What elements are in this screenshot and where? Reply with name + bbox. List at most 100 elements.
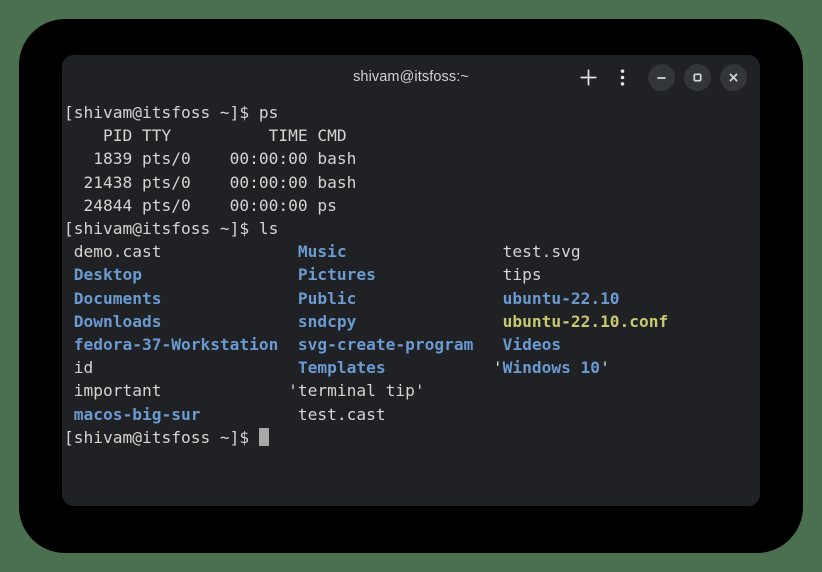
ls-entry: Videos	[503, 335, 561, 354]
ls-gap	[142, 265, 288, 284]
terminal-prompt-line: [shivam@itsfoss ~]$	[64, 426, 760, 449]
shell-prompt: [shivam@itsfoss ~]$	[64, 103, 259, 122]
ls-entry: Desktop	[74, 265, 142, 284]
shell-command: ps	[259, 103, 279, 122]
ls-gap	[64, 289, 74, 308]
ls-gap	[200, 405, 288, 424]
minimize-icon	[655, 71, 668, 84]
ls-entry: terminal tip	[298, 381, 415, 400]
ls-gap	[493, 242, 503, 261]
close-button[interactable]	[720, 64, 747, 91]
ls-gap	[288, 335, 298, 354]
ls-gap	[64, 405, 74, 424]
maximize-button[interactable]	[684, 64, 711, 91]
ls-entry: svg-create-program	[298, 335, 473, 354]
menu-button[interactable]	[605, 60, 639, 94]
ls-gap	[93, 358, 288, 377]
kebab-menu-icon	[620, 68, 625, 87]
ps-row: 24844 pts/0 00:00:00 ps	[64, 194, 760, 217]
titlebar-actions	[571, 55, 747, 99]
ls-entry: ubuntu-22.10	[503, 289, 620, 308]
ps-header-row: PID TTY TIME CMD	[64, 124, 760, 147]
terminal-output: [shivam@itsfoss ~]$ ps PID TTY TIME CMD …	[62, 101, 760, 449]
terminal-command-line: [shivam@itsfoss ~]$ ls	[64, 217, 760, 240]
ls-entry: test.cast	[298, 405, 386, 424]
terminal-titlebar[interactable]: shivam@itsfoss:~	[62, 55, 760, 99]
ls-gap	[64, 265, 74, 284]
ls-row: id Templates 'Windows 10'	[64, 356, 760, 379]
ls-gap	[425, 381, 493, 400]
ps-header: PID TTY TIME CMD	[64, 126, 347, 145]
minimize-button[interactable]	[648, 64, 675, 91]
ls-gap	[64, 335, 74, 354]
ls-gap	[288, 242, 298, 261]
ls-quote: '	[415, 381, 425, 400]
ls-entry: Templates	[298, 358, 386, 377]
ls-gap	[493, 265, 503, 284]
ls-entry: Downloads	[74, 312, 162, 331]
ls-entry: important	[74, 381, 162, 400]
ps-row: 1839 pts/0 00:00:00 bash	[64, 147, 760, 170]
ls-row: Documents Public ubuntu-22.10	[64, 287, 760, 310]
ls-row: important 'terminal tip'	[64, 379, 760, 402]
ls-gap	[473, 335, 493, 354]
ls-gap	[288, 405, 298, 424]
ls-gap	[288, 265, 298, 284]
ls-entry: ubuntu-22.10.conf	[503, 312, 669, 331]
ls-gap	[376, 265, 493, 284]
ls-gap	[356, 289, 492, 308]
plus-icon	[579, 68, 598, 87]
ls-gap	[64, 381, 74, 400]
ls-entry: Public	[298, 289, 356, 308]
ps-row-text: 21438 pts/0 00:00:00 bash	[64, 173, 356, 192]
ls-row: demo.cast Music test.svg	[64, 240, 760, 263]
ls-entry: Windows 10	[503, 358, 600, 377]
ls-entry: demo.cast	[74, 242, 162, 261]
ls-gap	[64, 312, 74, 331]
ls-gap	[386, 358, 493, 377]
ps-row-text: 1839 pts/0 00:00:00 bash	[64, 149, 356, 168]
ls-entry: Documents	[74, 289, 162, 308]
ls-gap	[64, 242, 74, 261]
terminal-body[interactable]: [shivam@itsfoss ~]$ ps PID TTY TIME CMD …	[62, 99, 760, 506]
ls-quote: '	[493, 358, 503, 377]
ls-gap	[288, 312, 298, 331]
ls-gap	[161, 242, 288, 261]
ls-gap	[493, 289, 503, 308]
ls-gap	[161, 381, 288, 400]
ls-row: macos-big-sur test.cast	[64, 403, 760, 426]
ls-row: Downloads sndcpy ubuntu-22.10.conf	[64, 310, 760, 333]
ls-gap	[288, 358, 298, 377]
ls-entry: test.svg	[503, 242, 581, 261]
ls-gap	[161, 289, 288, 308]
ls-entry: sndcpy	[298, 312, 356, 331]
maximize-icon	[691, 71, 704, 84]
ps-row-text: 24844 pts/0 00:00:00 ps	[64, 196, 337, 215]
ls-entry: id	[74, 358, 94, 377]
ls-gap	[278, 335, 288, 354]
terminal-command-line: [shivam@itsfoss ~]$ ps	[64, 101, 760, 124]
ls-row: fedora-37-Workstation svg-create-program…	[64, 333, 760, 356]
terminal-cursor	[259, 428, 269, 446]
ls-entry: fedora-37-Workstation	[74, 335, 279, 354]
ls-entry: Pictures	[298, 265, 376, 284]
ls-quote: '	[600, 358, 610, 377]
ls-gap	[161, 312, 288, 331]
shell-command: ls	[259, 219, 279, 238]
terminal-window: shivam@itsfoss:~	[62, 55, 760, 506]
ls-gap	[493, 335, 503, 354]
ls-row: Desktop Pictures tips	[64, 263, 760, 286]
shell-prompt: [shivam@itsfoss ~]$	[64, 219, 259, 238]
ls-entry: tips	[503, 265, 542, 284]
ls-gap	[347, 242, 493, 261]
ls-gap	[493, 312, 503, 331]
new-tab-button[interactable]	[571, 60, 605, 94]
ls-gap	[386, 405, 493, 424]
window-title: shivam@itsfoss:~	[353, 69, 469, 85]
ls-entry: macos-big-sur	[74, 405, 201, 424]
ps-row: 21438 pts/0 00:00:00 bash	[64, 171, 760, 194]
ls-gap	[288, 289, 298, 308]
ls-entry: Music	[298, 242, 347, 261]
ls-gap	[64, 358, 74, 377]
ls-gap	[356, 312, 492, 331]
